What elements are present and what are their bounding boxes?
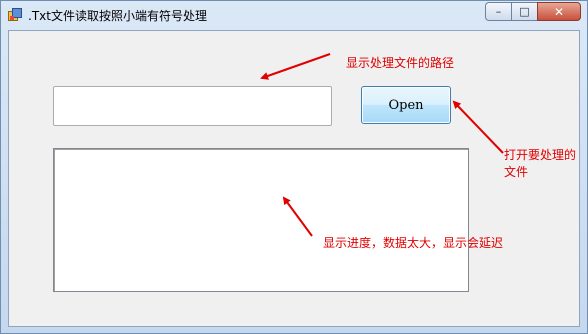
app-icon: [8, 8, 22, 21]
window-title: .Txt文件读取按照小端有符号处理: [28, 9, 207, 23]
maximize-button[interactable]: □: [511, 2, 537, 21]
annotation-open-line2: 文件: [504, 165, 529, 179]
annotation-path: 显示处理文件的路径: [346, 56, 455, 70]
close-button[interactable]: ✕: [537, 2, 581, 21]
window-controls: – □ ✕: [485, 2, 581, 21]
maximize-icon: □: [519, 5, 530, 18]
file-path-input[interactable]: [53, 86, 332, 126]
app-window: .Txt文件读取按照小端有符号处理 – □ ✕ Open: [0, 0, 588, 334]
annotation-progress: 显示进度，数据太大，显示会延迟: [323, 236, 504, 250]
progress-output-box[interactable]: [53, 148, 469, 292]
annotation-open-line1: 打开要处理的: [504, 148, 577, 162]
open-button[interactable]: Open: [361, 86, 451, 124]
minimize-button[interactable]: –: [485, 2, 511, 21]
open-button-label: Open: [388, 97, 424, 113]
close-icon: ✕: [553, 4, 565, 19]
annotation-open: 打开要处理的 文件: [504, 147, 584, 181]
form-client-area: Open: [8, 30, 580, 327]
title-bar[interactable]: .Txt文件读取按照小端有符号处理 – □ ✕: [1, 1, 587, 29]
minimize-icon: –: [495, 5, 502, 18]
